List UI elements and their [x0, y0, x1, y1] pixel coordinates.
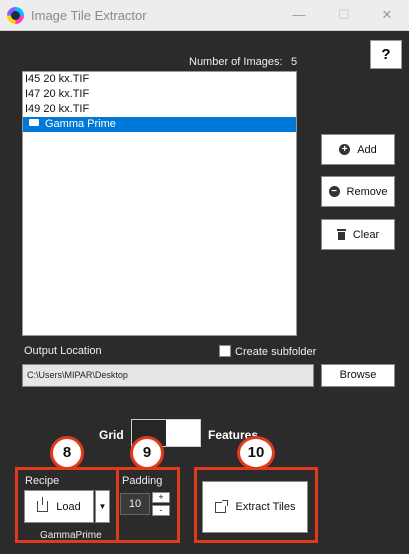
title-bar: Image Tile Extractor — ☐ ✕: [0, 0, 409, 31]
app-logo-icon: [7, 7, 24, 24]
list-item-label: I47 20 kx.TIF: [25, 88, 90, 100]
load-icon: [37, 497, 49, 512]
list-item-selected[interactable]: Gamma Prime: [23, 117, 296, 132]
padding-decrement-button[interactable]: -: [152, 505, 170, 516]
recipe-dropdown-button[interactable]: ▼: [95, 490, 110, 523]
list-item-label: Gamma Prime: [45, 118, 116, 130]
recipe-label: Recipe: [25, 475, 60, 487]
list-item[interactable]: I45 20 kx.TIF: [23, 72, 296, 87]
output-location-label: Output Location: [24, 345, 102, 357]
close-button[interactable]: ✕: [377, 6, 397, 24]
callout-10: 10: [237, 436, 275, 470]
browse-button[interactable]: Browse: [321, 364, 395, 387]
callout-8: 8: [50, 436, 84, 470]
folder-icon: [29, 119, 39, 126]
list-item[interactable]: I49 20 kx.TIF: [23, 102, 296, 117]
create-subfolder-label: Create subfolder: [235, 346, 317, 358]
export-icon: [214, 499, 228, 513]
list-item-label: I49 20 kx.TIF: [25, 103, 90, 115]
padding-label: Padding: [122, 475, 163, 487]
clear-button[interactable]: Clear: [321, 219, 395, 250]
plus-circle-icon: +: [339, 144, 351, 155]
extract-button-label: Extract Tiles: [235, 501, 296, 513]
padding-increment-button[interactable]: +: [152, 492, 170, 503]
extract-tiles-button[interactable]: Extract Tiles: [202, 481, 308, 533]
clear-button-label: Clear: [352, 228, 380, 241]
padding-input[interactable]: 10: [120, 493, 150, 515]
recipe-name: GammaPrime: [40, 530, 102, 541]
image-count-label: Number of Images:: [189, 56, 283, 68]
help-button[interactable]: ?: [370, 40, 402, 69]
image-list[interactable]: I45 20 kx.TIF I47 20 kx.TIF I49 20 kx.TI…: [22, 71, 297, 336]
list-item[interactable]: I47 20 kx.TIF: [23, 87, 296, 102]
create-subfolder-checkbox[interactable]: [219, 345, 231, 357]
window-title: Image Tile Extractor: [31, 8, 147, 23]
maximize-button[interactable]: ☐: [334, 6, 354, 24]
trash-icon: [336, 229, 346, 240]
add-button-label: Add: [357, 143, 377, 156]
load-recipe-button[interactable]: Load: [24, 490, 94, 523]
add-button[interactable]: + Add: [321, 134, 395, 165]
callout-9: 9: [130, 436, 164, 470]
remove-button-label: Remove: [346, 185, 388, 198]
minimize-button[interactable]: —: [289, 6, 309, 24]
image-count-value: 5: [291, 56, 298, 68]
output-path-field[interactable]: C:\Users\MIPAR\Desktop: [22, 364, 314, 387]
list-item-label: I45 20 kx.TIF: [25, 73, 90, 85]
minus-circle-icon: −: [328, 186, 340, 197]
grid-label: Grid: [99, 428, 124, 442]
remove-button[interactable]: − Remove: [321, 176, 395, 207]
load-button-label: Load: [56, 500, 81, 513]
